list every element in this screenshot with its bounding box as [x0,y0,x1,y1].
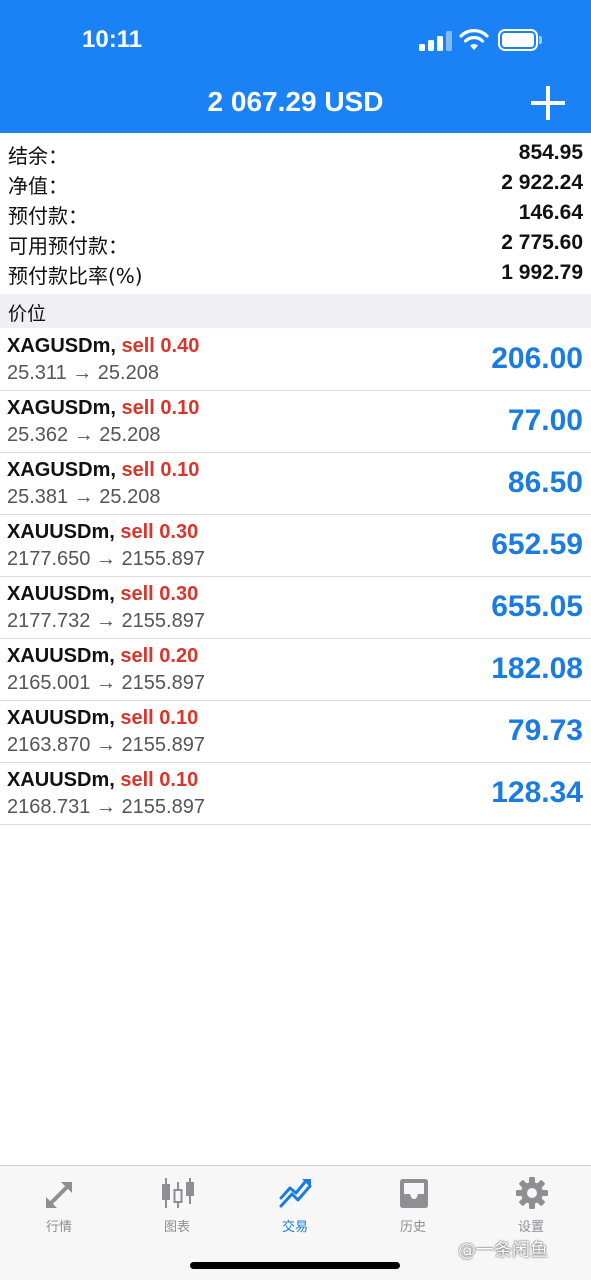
tab-charts[interactable]: 图表 [118,1166,236,1241]
battery-icon [498,29,542,51]
position-title: XAUUSDm, sell 0.10 [7,769,198,792]
position-profit: 86.50 [507,466,583,499]
tab-label: 行情 [45,1220,72,1235]
cellular-signal-icon [419,31,452,51]
position-prices: 25.381 → 25.208 [7,486,161,508]
position-profit: 79.73 [507,714,583,747]
position-prices: 2163.870 → 2155.897 [7,734,205,756]
position-symbol: XAUUSDm, [7,707,115,729]
status-time: 10:11 [82,26,143,53]
position-prices: 2165.001 → 2155.897 [7,672,205,694]
tab-label: 交易 [281,1220,308,1235]
tab-settings[interactable]: 设置 [472,1166,590,1241]
quotes-arrows-icon [46,1182,72,1208]
position-symbol: XAGUSDm, [7,335,116,357]
summary-row-free-margin: 可用预付款： 2 775.60 [0,229,591,259]
tab-label: 图表 [163,1220,190,1235]
position-prices: 25.362 → 25.208 [7,424,161,446]
position-symbol: XAGUSDm, [7,397,116,419]
position-title: XAUUSDm, sell 0.30 [7,521,198,544]
tab-label: 历史 [399,1220,426,1235]
summary-label: 净值： [8,174,68,198]
position-profit: 206.00 [491,342,583,375]
position-prices: 25.311 → 25.208 [7,362,159,384]
position-profit: 655.05 [491,590,583,623]
tab-history[interactable]: 历史 [354,1166,472,1241]
watermark-text: @一条闲鱼 [458,1240,548,1261]
position-side: sell 0.40 [121,335,200,357]
position-profit: 182.08 [491,652,583,685]
tab-trade[interactable]: 交易 [236,1166,354,1241]
summary-label: 预付款： [8,204,88,228]
trade-trend-icon [279,1179,312,1208]
position-row[interactable]: XAUUSDm, sell 0.20 2165.001 → 2155.897 1… [0,639,591,701]
position-side: sell 0.30 [120,521,199,543]
history-inbox-icon [400,1179,428,1208]
position-profit: 652.59 [491,528,583,561]
position-side: sell 0.10 [120,707,199,729]
position-title: XAGUSDm, sell 0.40 [7,335,199,358]
section-title: 价位 [8,303,47,325]
position-row[interactable]: XAUUSDm, sell 0.10 2168.731 → 2155.897 1… [0,763,591,825]
position-title: XAGUSDm, sell 0.10 [7,397,199,420]
summary-value: 1 992.79 [501,261,583,284]
tab-label: 设置 [517,1220,544,1235]
position-prices: 2177.732 → 2155.897 [7,610,205,632]
position-title: XAGUSDm, sell 0.10 [7,459,199,482]
account-summary: 结余： 854.95 净值： 2 922.24 预付款： 146.64 可用预付… [0,139,591,289]
position-side: sell 0.20 [120,645,199,667]
positions-section-header: 价位 [0,294,591,328]
candlestick-chart-icon [162,1178,194,1208]
position-profit: 128.34 [491,776,583,809]
position-title: XAUUSDm, sell 0.30 [7,583,198,606]
position-symbol: XAUUSDm, [7,521,115,543]
home-indicator[interactable] [190,1262,400,1269]
position-prices: 2177.650 → 2155.897 [7,548,205,570]
position-side: sell 0.10 [120,769,199,791]
position-prices: 2168.731 → 2155.897 [7,796,205,818]
summary-row-margin: 预付款： 146.64 [0,199,591,229]
balance-title: 2 067.29 USD [207,86,384,117]
position-symbol: XAUUSDm, [7,769,115,791]
summary-label: 预付款比率(%) [8,264,143,288]
position-row[interactable]: XAUUSDm, sell 0.10 2163.870 → 2155.897 7… [0,701,591,763]
position-row[interactable]: XAGUSDm, sell 0.10 25.362 → 25.208 77.00 [0,391,591,453]
wifi-icon [459,29,489,50]
summary-row-margin-level: 预付款比率(%) 1 992.79 [0,259,591,289]
settings-gear-icon [516,1177,548,1209]
position-row[interactable]: XAUUSDm, sell 0.30 2177.732 → 2155.897 6… [0,577,591,639]
position-symbol: XAGUSDm, [7,459,116,481]
position-symbol: XAUUSDm, [7,645,115,667]
positions-list: XAGUSDm, sell 0.40 25.311 → 25.208 206.0… [0,329,591,825]
summary-row-equity: 净值： 2 922.24 [0,169,591,199]
position-row[interactable]: XAGUSDm, sell 0.40 25.311 → 25.208 206.0… [0,329,591,391]
summary-value: 854.95 [518,141,583,164]
summary-label: 可用预付款： [8,234,128,258]
app-header: 10:11 2 067.29 USD [0,0,591,133]
position-side: sell 0.10 [121,459,200,481]
summary-value: 2 775.60 [501,231,583,254]
summary-value: 146.64 [518,201,583,224]
position-side: sell 0.10 [121,397,200,419]
summary-row-balance: 结余： 854.95 [0,139,591,169]
summary-value: 2 922.24 [501,171,583,194]
position-title: XAUUSDm, sell 0.10 [7,707,198,730]
position-side: sell 0.30 [120,583,199,605]
position-profit: 77.00 [507,404,583,437]
summary-label: 结余： [8,144,68,168]
position-title: XAUUSDm, sell 0.20 [7,645,198,668]
position-row[interactable]: XAGUSDm, sell 0.10 25.381 → 25.208 86.50 [0,453,591,515]
add-order-button[interactable] [531,86,565,120]
tab-quotes[interactable]: 行情 [0,1166,118,1241]
position-symbol: XAUUSDm, [7,583,115,605]
position-row[interactable]: XAUUSDm, sell 0.30 2177.650 → 2155.897 6… [0,515,591,577]
